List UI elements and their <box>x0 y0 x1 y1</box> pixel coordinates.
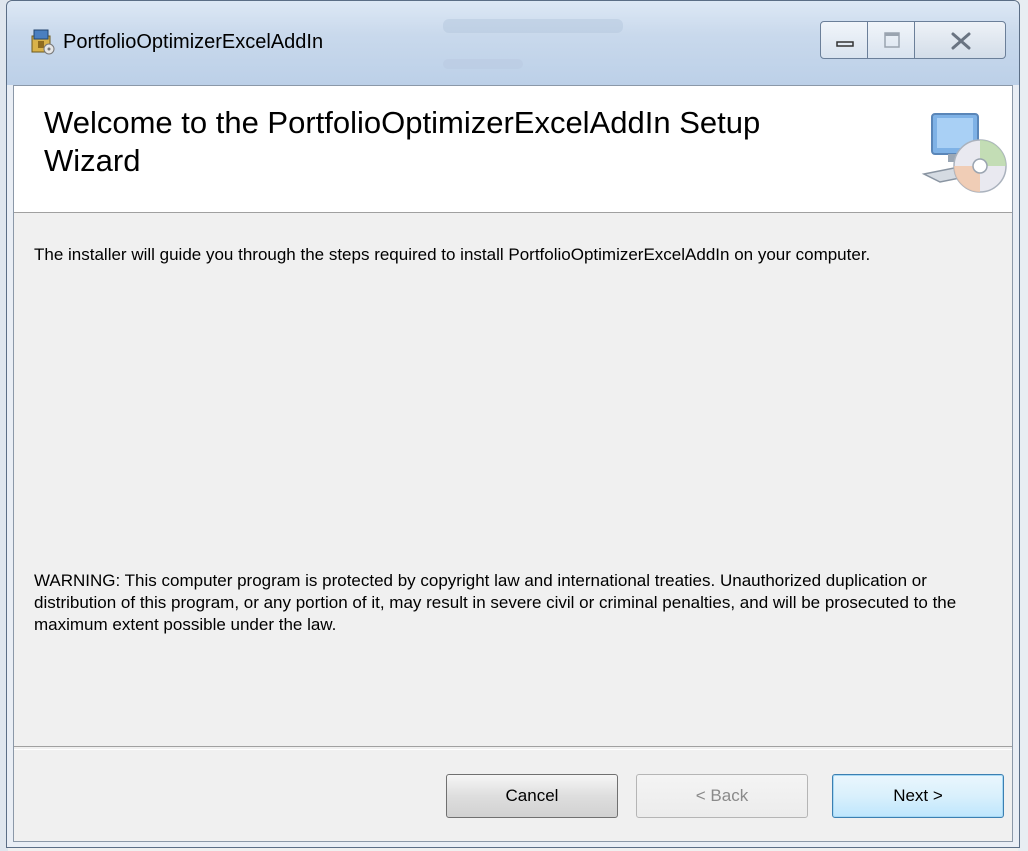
title-bar[interactable]: PortfolioOptimizerExcelAddIn <box>7 1 1019 85</box>
maximize-icon <box>884 32 900 48</box>
wizard-content: Welcome to the PortfolioOptimizerExcelAd… <box>13 85 1013 842</box>
copyright-warning: WARNING: This computer program is protec… <box>34 571 957 634</box>
background-window-blur <box>443 19 623 33</box>
next-button[interactable]: Next > <box>832 774 1004 818</box>
wizard-banner: Welcome to the PortfolioOptimizerExcelAd… <box>14 86 1012 213</box>
background-window-blur-2 <box>443 59 523 69</box>
back-button[interactable]: < Back <box>636 774 808 818</box>
cancel-button[interactable]: Cancel <box>446 774 618 818</box>
footer-divider <box>14 746 1012 750</box>
minimize-button[interactable] <box>820 21 868 59</box>
window-title: PortfolioOptimizerExcelAddIn <box>63 31 324 53</box>
page-title: Welcome to the PortfolioOptimizerExcelAd… <box>44 105 761 178</box>
minimize-icon <box>836 41 854 47</box>
installer-app-icon <box>29 27 55 55</box>
maximize-button[interactable] <box>867 21 915 59</box>
computer-cd-icon <box>914 104 1012 198</box>
close-button[interactable] <box>914 21 1006 59</box>
intro-text: The installer will guide you through the… <box>34 245 871 264</box>
setup-wizard-window: PortfolioOptimizerExcelAddIn Welcome to … <box>6 0 1020 848</box>
close-icon <box>951 32 971 50</box>
